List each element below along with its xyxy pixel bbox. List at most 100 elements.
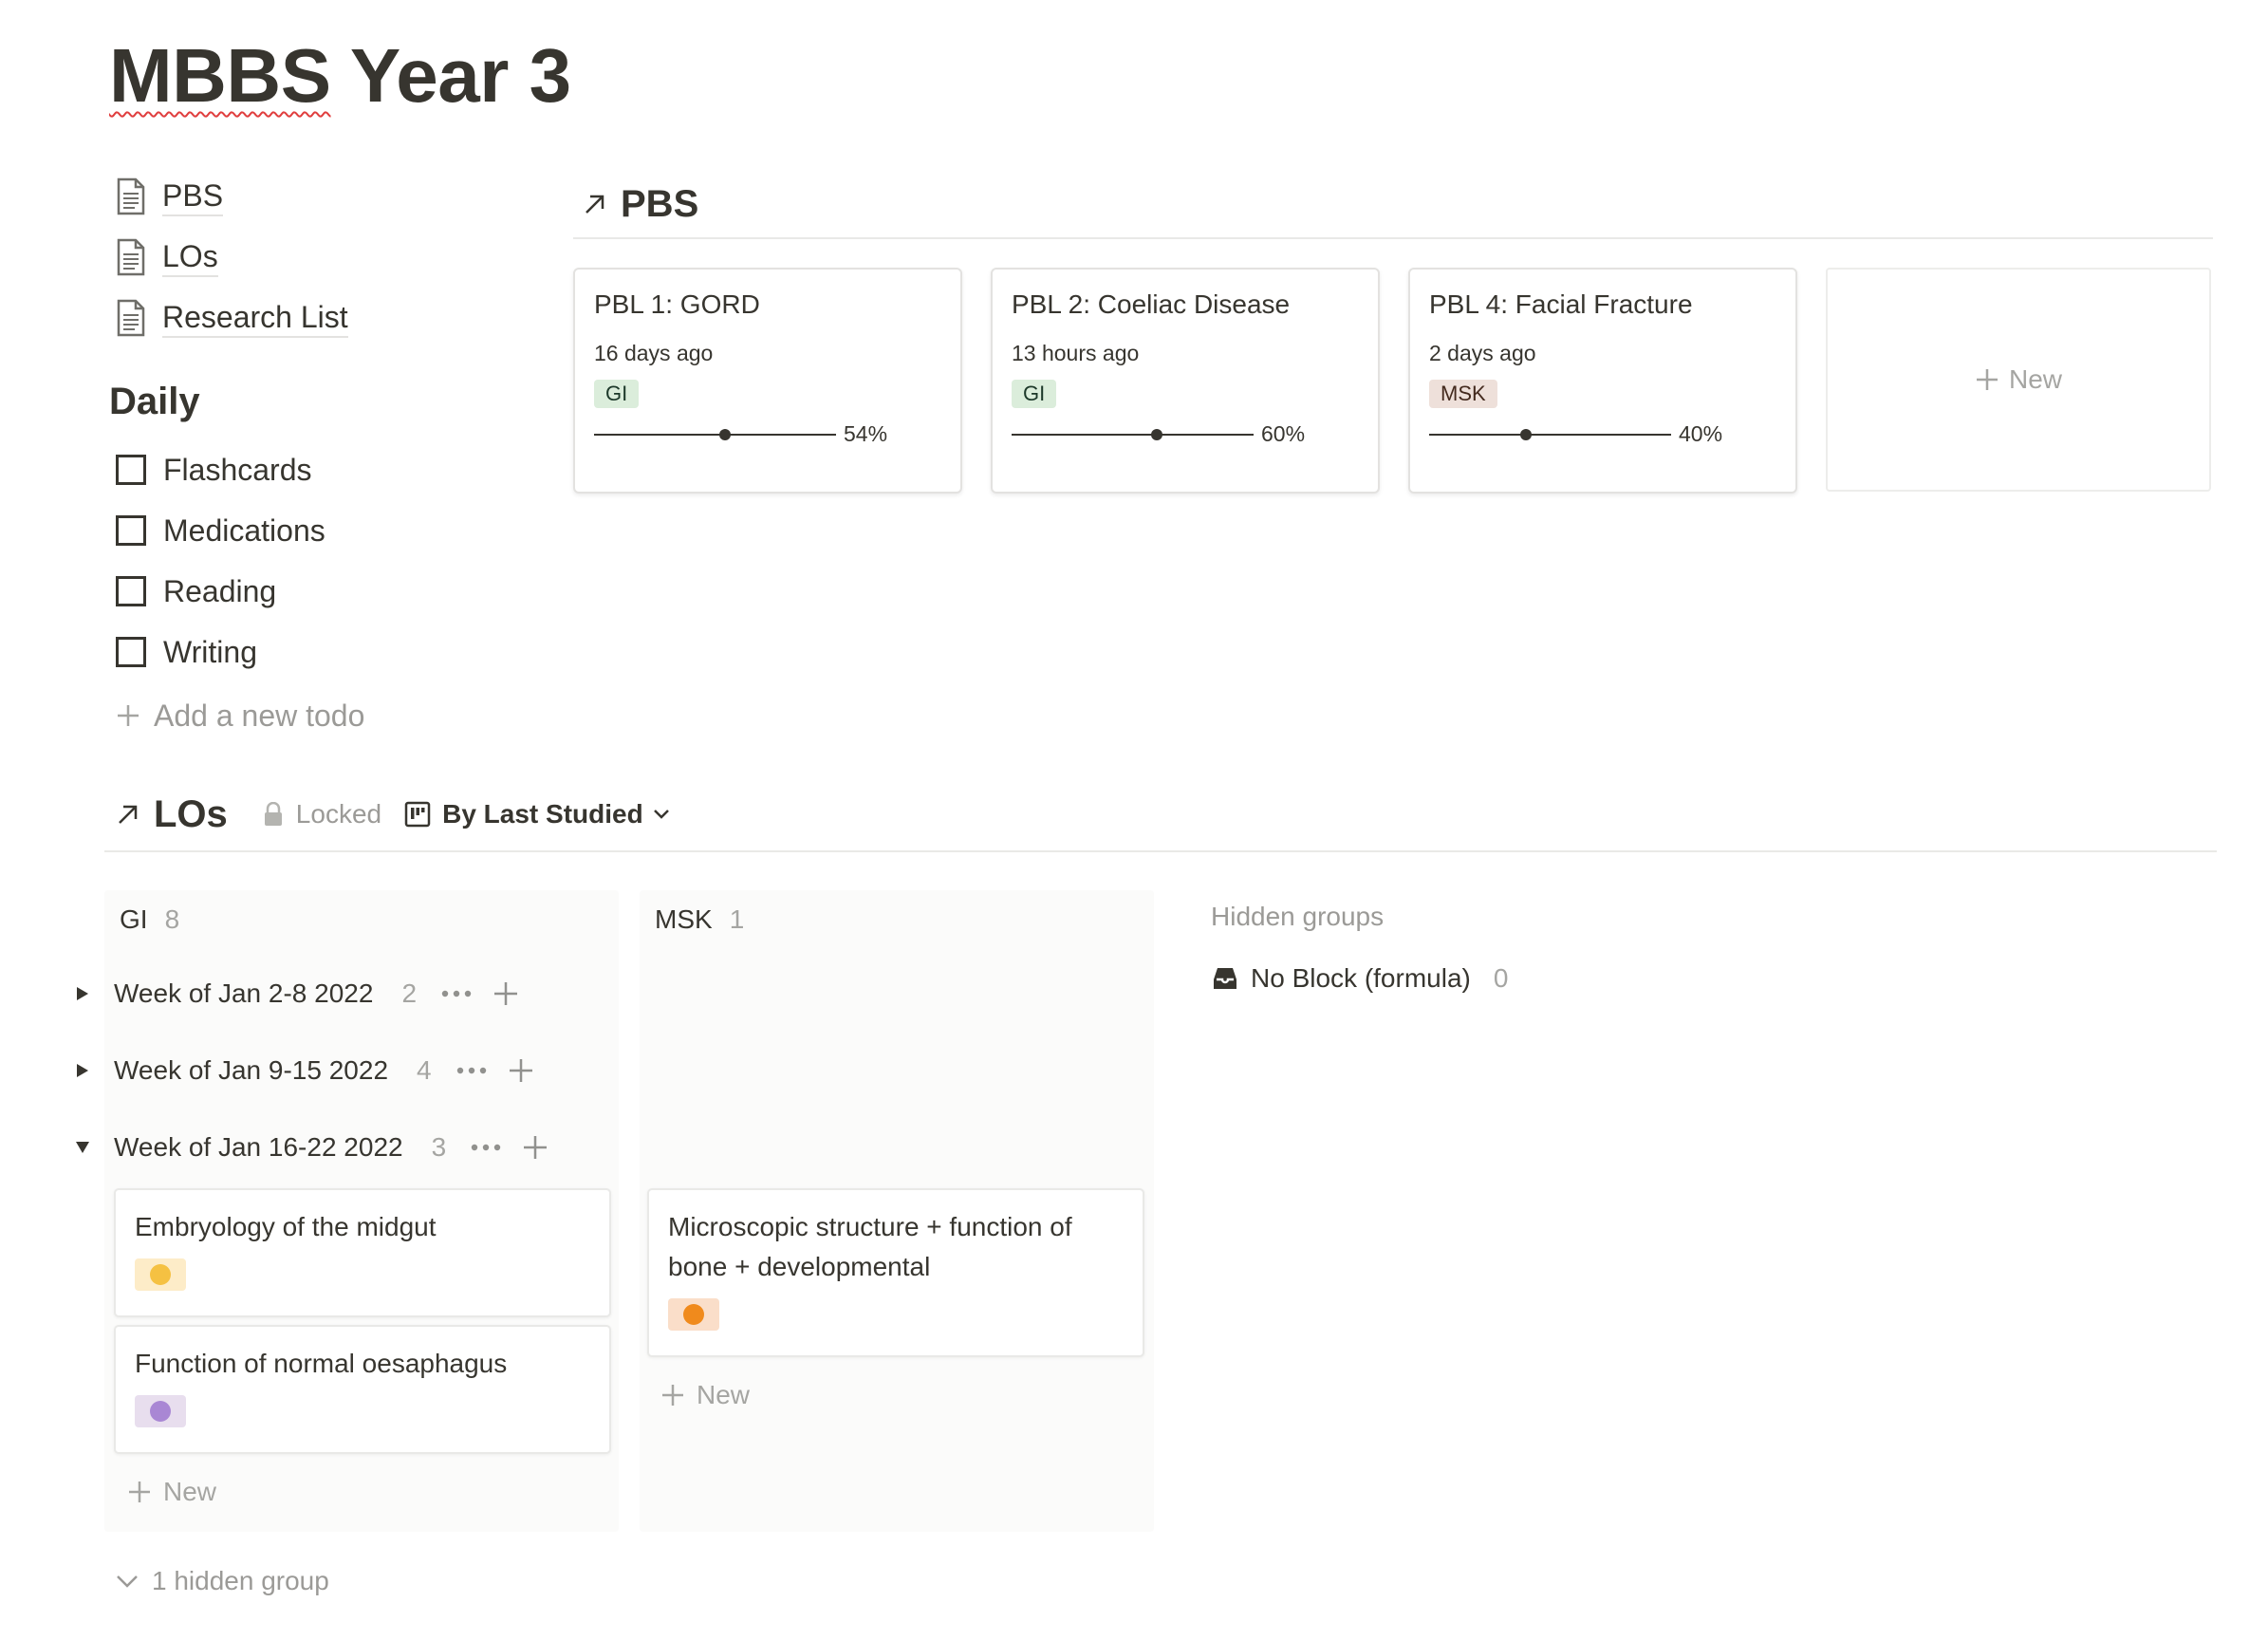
new-card-button-msk[interactable]: New xyxy=(660,1380,750,1410)
todo-label[interactable]: Flashcards xyxy=(163,453,312,488)
week-count: 3 xyxy=(431,1132,447,1162)
pbs-new-card-button[interactable]: New xyxy=(1826,268,2211,492)
page-link-research-list[interactable]: Research List xyxy=(109,288,508,348)
progress-track xyxy=(1429,428,1671,440)
todo-label[interactable]: Writing xyxy=(163,635,257,670)
new-label: New xyxy=(697,1380,751,1409)
todo-item: Writing xyxy=(109,622,508,682)
triangle-down-icon[interactable] xyxy=(72,1140,93,1155)
todo-checkbox[interactable] xyxy=(116,455,146,485)
daily-heading: Daily xyxy=(109,381,200,422)
status-chip xyxy=(135,1258,186,1291)
page-title-rest: Year 3 xyxy=(330,33,571,118)
status-dot xyxy=(150,1401,171,1422)
hidden-group-toggle-label: 1 hidden group xyxy=(152,1566,329,1595)
status-dot xyxy=(150,1264,171,1285)
pbs-card[interactable]: PBL 2: Coeliac Disease 13 hours ago GI 6… xyxy=(991,268,1380,494)
page-title[interactable]: MBBS Year 3 xyxy=(109,28,571,123)
divider xyxy=(573,237,2213,239)
page-link-los[interactable]: LOs xyxy=(109,227,508,288)
column-count: 8 xyxy=(164,904,180,934)
triangle-right-icon[interactable] xyxy=(72,1062,93,1079)
progress-label: 60% xyxy=(1261,421,1306,446)
tag-badge: MSK xyxy=(1429,380,1497,408)
column-name: GI xyxy=(120,904,148,934)
triangle-right-icon[interactable] xyxy=(72,985,93,1002)
lo-card[interactable]: Embryology of the midgut xyxy=(114,1188,611,1317)
plus-icon[interactable] xyxy=(522,1134,548,1161)
progress-marker xyxy=(1151,428,1162,440)
arrow-up-right-icon xyxy=(116,802,140,827)
los-header: LOs Locked By Last Studied xyxy=(104,778,2217,852)
page-link-label: Research List xyxy=(162,298,348,338)
page-link-pbs[interactable]: PBS xyxy=(109,166,508,227)
locked-indicator[interactable]: Locked xyxy=(264,799,381,829)
pbs-card-time: 2 days ago xyxy=(1429,341,1536,365)
progress-label: 40% xyxy=(1679,421,1723,446)
plus-icon xyxy=(1975,367,1999,392)
week-count: 2 xyxy=(401,978,418,1008)
plus-icon[interactable] xyxy=(493,980,519,1007)
pbs-title[interactable]: PBS xyxy=(621,183,698,226)
lo-card-title: Function of normal oesaphagus xyxy=(135,1349,508,1378)
hidden-group-item[interactable]: No Block (formula) 0 xyxy=(1211,963,1508,994)
los-title[interactable]: LOs xyxy=(154,793,228,836)
todo-label[interactable]: Reading xyxy=(163,574,276,609)
week-count: 4 xyxy=(417,1055,432,1085)
board-view-icon xyxy=(404,801,431,828)
todo-checkbox[interactable] xyxy=(116,576,146,606)
new-card-button-gi[interactable]: New xyxy=(127,1477,216,1507)
locked-label: Locked xyxy=(295,799,382,829)
lo-card[interactable]: Function of normal oesaphagus xyxy=(114,1325,611,1454)
more-options-icon[interactable] xyxy=(471,1144,501,1151)
plus-icon xyxy=(116,703,140,728)
page-icon xyxy=(109,238,153,276)
add-todo-label: Add a new todo xyxy=(154,698,365,733)
week-label: Week of Jan 2-8 2022 xyxy=(114,978,374,1008)
progress-bar: 60% xyxy=(1012,421,1359,447)
week-group-row[interactable]: Week of Jan 9-15 2022 4 xyxy=(72,1047,534,1094)
progress-marker xyxy=(1520,428,1532,440)
view-selector[interactable]: By Last Studied xyxy=(404,799,670,829)
pbs-card-title: PBL 2: Coeliac Disease xyxy=(1012,289,1291,319)
column-header-msk[interactable]: MSK 1 xyxy=(640,890,1154,949)
lo-card[interactable]: Microscopic structure + function of bone… xyxy=(647,1188,1144,1357)
column-count: 1 xyxy=(729,904,745,934)
week-label: Week of Jan 16-22 2022 xyxy=(114,1132,403,1162)
todo-checkbox[interactable] xyxy=(116,637,146,667)
pbs-header: PBS xyxy=(573,171,2213,237)
page-title-spelled: MBBS xyxy=(109,33,331,118)
progress-label: 54% xyxy=(844,421,888,446)
todo-item: Reading xyxy=(109,561,508,622)
progress-bar: 54% xyxy=(594,421,941,447)
inbox-icon xyxy=(1211,964,1239,993)
status-chip xyxy=(135,1395,186,1427)
pbs-card-title: PBL 1: GORD xyxy=(594,289,760,319)
page-icon xyxy=(109,177,153,215)
week-group-row[interactable]: Week of Jan 16-22 2022 3 xyxy=(72,1124,548,1171)
pbs-card[interactable]: PBL 1: GORD 16 days ago GI 54% xyxy=(573,268,962,494)
pbs-card[interactable]: PBL 4: Facial Fracture 2 days ago MSK 40… xyxy=(1408,268,1797,494)
progress-track xyxy=(1012,428,1254,440)
plus-icon[interactable] xyxy=(508,1057,534,1084)
chevron-down-icon xyxy=(653,809,670,820)
page-link-label: LOs xyxy=(162,237,218,277)
hidden-group-toggle[interactable]: 1 hidden group xyxy=(116,1566,329,1596)
chevron-down-icon xyxy=(116,1574,139,1589)
status-chip xyxy=(668,1298,719,1331)
more-options-icon[interactable] xyxy=(456,1067,487,1074)
week-group-row[interactable]: Week of Jan 2-8 2022 2 xyxy=(72,970,519,1017)
todo-label[interactable]: Medications xyxy=(163,513,325,549)
hidden-group-name: No Block (formula) xyxy=(1251,963,1471,993)
pbs-gallery: PBL 1: GORD 16 days ago GI 54% PBL 2: Co… xyxy=(573,268,2213,494)
pbs-card-title: PBL 4: Facial Fracture xyxy=(1429,289,1693,319)
hidden-group-count: 0 xyxy=(1493,963,1509,993)
progress-bar: 40% xyxy=(1429,421,1776,447)
lo-card-title: Microscopic structure + function of bone… xyxy=(668,1212,1072,1281)
divider xyxy=(104,850,2217,852)
column-header-gi[interactable]: GI 8 xyxy=(104,890,619,949)
hidden-groups-label: Hidden groups xyxy=(1211,902,1385,931)
todo-checkbox[interactable] xyxy=(116,515,146,546)
more-options-icon[interactable] xyxy=(441,990,472,997)
add-todo-button[interactable]: Add a new todo xyxy=(109,682,508,749)
